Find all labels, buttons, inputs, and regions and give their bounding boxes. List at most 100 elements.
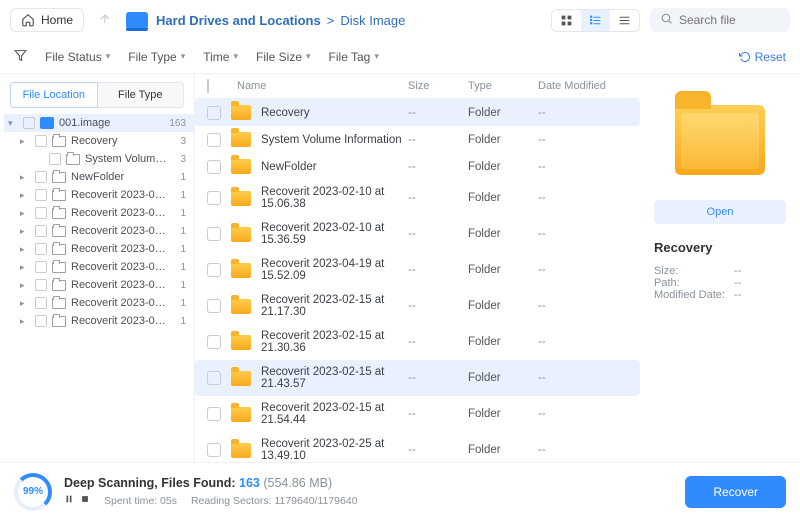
cell-type: Folder [468, 161, 538, 173]
meta-value: -- [734, 265, 741, 277]
tree-count: 1 [176, 316, 186, 327]
chevron-right-icon[interactable]: ▸ [20, 208, 30, 219]
folder-icon [52, 244, 66, 255]
filter-file-type[interactable]: File Type▾ [128, 50, 185, 64]
tree-count: 163 [165, 118, 186, 129]
view-grid-button[interactable] [552, 10, 581, 31]
cell-modified: -- [538, 107, 628, 119]
col-name[interactable]: Name [231, 80, 408, 92]
cell-modified: -- [538, 336, 628, 348]
view-list-button[interactable] [610, 10, 639, 31]
tab-file-location[interactable]: File Location [10, 82, 98, 108]
breadcrumb-root[interactable]: Hard Drives and Locations [156, 13, 321, 28]
table-row[interactable]: Recoverit 2023-02-15 at 21.17.30--Folder… [195, 288, 640, 324]
checkbox[interactable] [35, 189, 47, 201]
checkbox[interactable] [35, 225, 47, 237]
home-button[interactable]: Home [10, 8, 84, 32]
checkbox[interactable] [35, 297, 47, 309]
row-checkbox[interactable] [207, 191, 221, 205]
cell-modified: -- [538, 192, 628, 204]
row-checkbox[interactable] [207, 299, 221, 313]
row-checkbox[interactable] [207, 160, 221, 174]
table-row[interactable]: NewFolder--Folder-- [195, 153, 640, 180]
table-row[interactable]: Recoverit 2023-02-10 at 15.06.38--Folder… [195, 180, 640, 216]
table-row[interactable]: Recoverit 2023-02-10 at 15.36.59--Folder… [195, 216, 640, 252]
row-checkbox[interactable] [207, 227, 221, 241]
chevron-right-icon[interactable]: ▸ [20, 298, 30, 309]
checkbox[interactable] [49, 153, 61, 165]
breadcrumb-current[interactable]: Disk Image [340, 13, 405, 28]
checkbox[interactable] [35, 279, 47, 291]
tab-file-type[interactable]: File Type [98, 82, 185, 108]
chevron-right-icon[interactable]: ▸ [20, 262, 30, 273]
tree-root[interactable]: ▾ 001.image 163 [4, 114, 194, 132]
table-row[interactable]: Recoverit 2023-02-15 at 21.54.44--Folder… [195, 396, 640, 432]
view-detail-button[interactable] [581, 10, 610, 31]
table-row[interactable]: System Volume Information--Folder-- [195, 126, 640, 153]
checkbox[interactable] [35, 135, 47, 147]
tree-item[interactable]: System Volume Inform...3 [4, 150, 194, 168]
open-button[interactable]: Open [654, 200, 786, 224]
checkbox[interactable] [35, 171, 47, 183]
folder-icon [52, 136, 66, 147]
checkbox[interactable] [35, 207, 47, 219]
chevron-right-icon[interactable]: ▸ [20, 226, 30, 237]
tree-item[interactable]: ▸Recoverit 2023-02-15 at...1 [4, 240, 194, 258]
checkbox[interactable] [35, 243, 47, 255]
chevron-right-icon[interactable]: ▸ [20, 280, 30, 291]
table-row[interactable]: Recoverit 2023-02-15 at 21.30.36--Folder… [195, 324, 640, 360]
cell-type: Folder [468, 107, 538, 119]
tree-item[interactable]: ▸Recoverit 2023-02-10 at...1 [4, 204, 194, 222]
cell-modified: -- [538, 134, 628, 146]
col-size[interactable]: Size [408, 80, 468, 92]
row-checkbox[interactable] [207, 106, 221, 120]
row-checkbox[interactable] [207, 443, 221, 457]
select-all-checkbox[interactable] [207, 79, 209, 93]
col-type[interactable]: Type [468, 80, 538, 92]
drive-icon [126, 12, 148, 28]
row-checkbox[interactable] [207, 371, 221, 385]
cell-type: Folder [468, 192, 538, 204]
tree-item[interactable]: ▸Recoverit 2023-02-25 at...1 [4, 312, 194, 330]
table-row[interactable]: Recovery--Folder-- [195, 99, 640, 126]
row-checkbox[interactable] [207, 335, 221, 349]
col-modified[interactable]: Date Modified [538, 80, 628, 92]
tree-item[interactable]: ▸Recoverit 2023-02-10 at...1 [4, 186, 194, 204]
checkbox[interactable] [35, 315, 47, 327]
tree-item[interactable]: ▸Recoverit 2023-02-15 at...1 [4, 276, 194, 294]
tree-item[interactable]: ▸Recoverit 2023-02-15 at...1 [4, 294, 194, 312]
search-field[interactable] [650, 8, 790, 32]
chevron-right-icon[interactable]: ▸ [20, 190, 30, 201]
row-checkbox[interactable] [207, 263, 221, 277]
tree-item[interactable]: ▸Recoverit 2023-02-15 at...1 [4, 258, 194, 276]
filter-file-size[interactable]: File Size▾ [256, 50, 311, 64]
checkbox[interactable] [23, 117, 35, 129]
filter-file-tag[interactable]: File Tag▾ [329, 50, 379, 64]
filter-time[interactable]: Time▾ [203, 50, 238, 64]
stop-icon[interactable] [80, 494, 90, 507]
table-row[interactable]: Recoverit 2023-02-15 at 21.43.57--Folder… [195, 360, 640, 396]
chevron-right-icon[interactable]: ▸ [20, 316, 30, 327]
row-checkbox[interactable] [207, 407, 221, 421]
chevron-right-icon[interactable]: ▸ [20, 136, 30, 147]
search-input[interactable] [679, 13, 780, 27]
meta-row: Modified Date:-- [654, 289, 786, 301]
pause-icon[interactable] [64, 494, 74, 507]
tree-item[interactable]: ▸Recoverit 2023-04-19 at...1 [4, 222, 194, 240]
folder-icon [52, 262, 66, 273]
chevron-down-icon[interactable]: ▾ [8, 118, 18, 129]
tree-item[interactable]: ▸Recovery3 [4, 132, 194, 150]
recover-button[interactable]: Recover [685, 476, 786, 508]
row-checkbox[interactable] [207, 133, 221, 147]
tree-item[interactable]: ▸NewFolder1 [4, 168, 194, 186]
up-button[interactable] [92, 8, 118, 33]
checkbox[interactable] [35, 261, 47, 273]
table-row[interactable]: Recoverit 2023-02-25 at 13.49.10--Folder… [195, 432, 640, 462]
cell-name: Recoverit 2023-02-25 at 13.49.10 [261, 438, 408, 462]
table-row[interactable]: Recoverit 2023-04-19 at 15.52.09--Folder… [195, 252, 640, 288]
chevron-right-icon[interactable]: ▸ [20, 172, 30, 183]
reset-button[interactable]: Reset [739, 50, 786, 64]
filter-icon[interactable] [14, 49, 27, 65]
filter-file-status[interactable]: File Status▾ [45, 50, 110, 64]
chevron-right-icon[interactable]: ▸ [20, 244, 30, 255]
